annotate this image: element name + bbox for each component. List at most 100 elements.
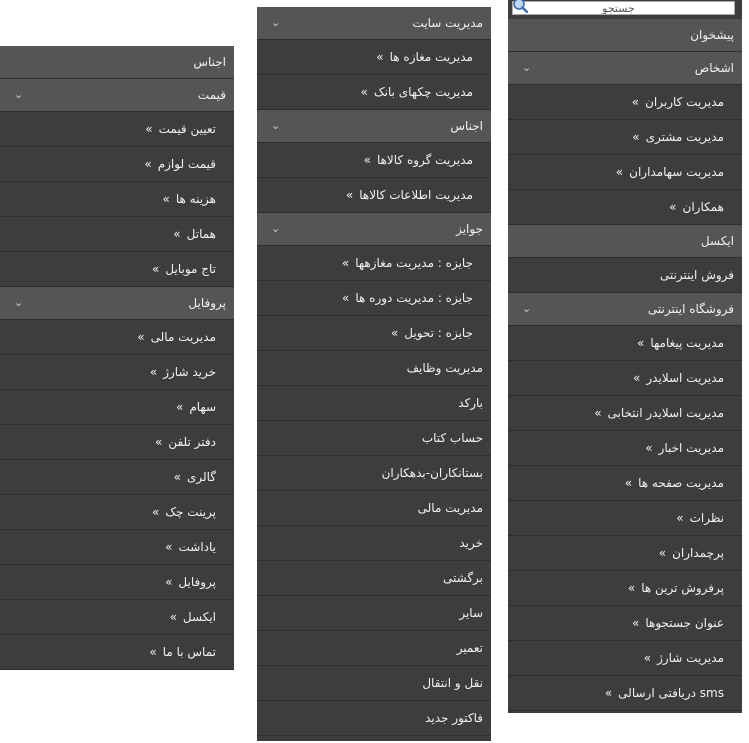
menu-item-label: جوایز: [456, 222, 483, 236]
menu-item[interactable]: مدیریت وظایف: [257, 351, 491, 386]
menu-item-label: مدیریت وظایف: [406, 361, 483, 375]
menu-subitem[interactable]: عنوان جستجوها »: [508, 606, 742, 641]
menu-item-label: پیشخوان: [690, 28, 734, 42]
menu-item-label: فروشگاه اینترنتی: [647, 302, 734, 316]
chevron-down-icon[interactable]: ⌄: [271, 110, 280, 142]
menu-subitem[interactable]: قیمت لوازم »: [0, 147, 234, 182]
menu-subitem[interactable]: مدیریت اسلایدر »: [508, 361, 742, 396]
menu-subitem[interactable]: هزینه ها »: [0, 182, 234, 217]
menu-item-label: مدیریت سایت: [412, 16, 483, 30]
menu-item-label: مدیریت اسلایدر انتخابی: [607, 406, 724, 420]
menu-subitem[interactable]: تماس با ما »: [0, 635, 234, 670]
menu-item[interactable]: بارکد: [257, 386, 491, 421]
menu-section-header[interactable]: ایکسل: [508, 225, 742, 258]
menu-subitem[interactable]: گالری »: [0, 460, 234, 495]
menu-subitem[interactable]: مدیریت شارژ »: [508, 641, 742, 676]
menu-item-label: اجناس: [450, 119, 483, 133]
bullet-icon: »: [594, 406, 602, 420]
menu-item-label: سایر: [459, 606, 483, 620]
menu-subitem[interactable]: هماتل »: [0, 217, 234, 252]
menu-section-header[interactable]: پیشخوان: [508, 19, 742, 52]
chevron-down-icon[interactable]: ⌄: [271, 213, 280, 245]
menu-section-header[interactable]: جوایز ⌄: [257, 213, 491, 246]
right-menu-panel: پیشخوان اشخاص⌄مدیریت کاربران»مدیریت مشتری…: [508, 0, 742, 713]
magnifier-icon[interactable]: [512, 0, 528, 13]
chevron-down-icon[interactable]: ⌄: [522, 52, 531, 84]
menu-item[interactable]: سایر: [257, 596, 491, 631]
menu-item-label: پرینت چک: [165, 505, 216, 519]
menu-item[interactable]: بستانکاران-بدهکاران: [257, 456, 491, 491]
menu-subitem[interactable]: خرید شارژ »: [0, 355, 234, 390]
menu-subitem[interactable]: مدیریت اخبار »: [508, 431, 742, 466]
menu-subitem[interactable]: مدیریت اطلاعات کالاها »: [257, 178, 491, 213]
menu-item-label: مدیریت گروه کالاها: [376, 153, 473, 167]
menu-subitem[interactable]: مدیریت کاربران »: [508, 85, 742, 120]
search-input[interactable]: [512, 1, 735, 15]
menu-section-header[interactable]: مدیریت سایت ⌄: [257, 7, 491, 40]
menu-subitem[interactable]: پرینت چک »: [0, 495, 234, 530]
menu-item-label: مدیریت صفحه ها: [638, 476, 724, 490]
menu-subitem[interactable]: نظرات »: [508, 501, 742, 536]
menu-subitem[interactable]: پروفایل »: [0, 565, 234, 600]
menu-subitem[interactable]: مدیریت مشتری »: [508, 120, 742, 155]
bullet-icon: »: [376, 50, 384, 64]
menu-section-header[interactable]: قیمت ⌄: [0, 79, 234, 112]
menu-item-label: پروفایل: [178, 575, 216, 589]
menu-item[interactable]: نقل و انتقال: [257, 666, 491, 701]
menu-subitem[interactable]: جایزه : مدیریت دوره ها »: [257, 281, 491, 316]
menu-subitem[interactable]: مدیریت صفحه ها »: [508, 466, 742, 501]
menu-item-label: خرید: [459, 536, 483, 550]
menu-item[interactable]: تعمیر: [257, 631, 491, 666]
menu-item-label: بستانکاران-بدهکاران: [381, 466, 483, 480]
menu-item-label: ایکسل: [182, 610, 216, 624]
menu-item[interactable]: فروش اینترنتی: [508, 258, 742, 293]
menu-subitem[interactable]: همکاران »: [508, 190, 742, 225]
bullet-icon: »: [615, 165, 624, 179]
menu-item-label: تعیین قیمت: [158, 122, 216, 136]
menu-item-label: جایزه : تحویل: [404, 326, 473, 340]
bullet-icon: »: [624, 476, 633, 490]
menu-section-header[interactable]: اشخاص ⌄: [508, 52, 742, 85]
menu-subitem[interactable]: دفتر تلفن »: [0, 425, 234, 460]
menu-item[interactable]: مدیریت مالی: [257, 491, 491, 526]
menu-item[interactable]: برگشتی: [257, 561, 491, 596]
menu-subitem[interactable]: جایزه : تحویل »: [257, 316, 491, 351]
bullet-icon: »: [604, 686, 613, 700]
menu-item[interactable]: فاکتور جدید: [257, 701, 491, 736]
menu-subitem[interactable]: جایزه : مدیریت مغازهها »: [257, 246, 491, 281]
menu-item-label: اجناس: [193, 55, 226, 69]
menu-subitem[interactable]: مدیریت سهامداران »: [508, 155, 742, 190]
menu-subitem[interactable]: مدیریت اسلایدر انتخابی »: [508, 396, 742, 431]
menu-subitem[interactable]: مدیریت مالی »: [0, 320, 234, 355]
menu-subitem[interactable]: sms دریافتی ارسالی »: [508, 676, 742, 711]
bullet-icon: »: [631, 95, 640, 109]
menu-subitem[interactable]: مدیریت چکهای بانک »: [257, 75, 491, 110]
menu-section-header[interactable]: اجناس ⌄: [257, 110, 491, 143]
menu-section-header[interactable]: فروشگاه اینترنتی ⌄: [508, 293, 742, 326]
menu-subitem[interactable]: تعیین قیمت »: [0, 112, 234, 147]
chevron-down-icon[interactable]: ⌄: [14, 287, 23, 319]
menu-section-header[interactable]: پروفایل ⌄: [0, 287, 234, 320]
bullet-icon: »: [633, 371, 641, 385]
menu-item-label: مدیریت اخبار: [658, 441, 724, 455]
menu-subitem[interactable]: پرفروش ترین ها »: [508, 571, 742, 606]
bullet-icon: »: [165, 575, 173, 589]
menu-subitem[interactable]: مدیریت پیغامها »: [508, 326, 742, 361]
search-row: [508, 0, 742, 19]
menu-subitem[interactable]: سهام »: [0, 390, 234, 425]
menu-subitem[interactable]: پرچمداران »: [508, 536, 742, 571]
menu-section-header[interactable]: اجناس: [0, 46, 234, 79]
chevron-down-icon[interactable]: ⌄: [522, 293, 531, 325]
menu-subitem[interactable]: تاج موبایل »: [0, 252, 234, 287]
menu-item[interactable]: حساب کتاب: [257, 421, 491, 456]
chevron-down-icon[interactable]: ⌄: [271, 7, 280, 39]
bullet-icon: »: [676, 511, 684, 525]
chevron-down-icon[interactable]: ⌄: [14, 79, 23, 111]
menu-subitem[interactable]: مدیریت مغازه ها »: [257, 40, 491, 75]
bullet-icon: »: [645, 441, 653, 455]
menu-subitem[interactable]: یاداشت »: [0, 530, 234, 565]
menu-subitem[interactable]: ایکسل »: [0, 600, 234, 635]
menu-subitem[interactable]: مدیریت گروه کالاها »: [257, 143, 491, 178]
menu-item[interactable]: خرید: [257, 526, 491, 561]
bullet-icon: »: [360, 85, 368, 99]
